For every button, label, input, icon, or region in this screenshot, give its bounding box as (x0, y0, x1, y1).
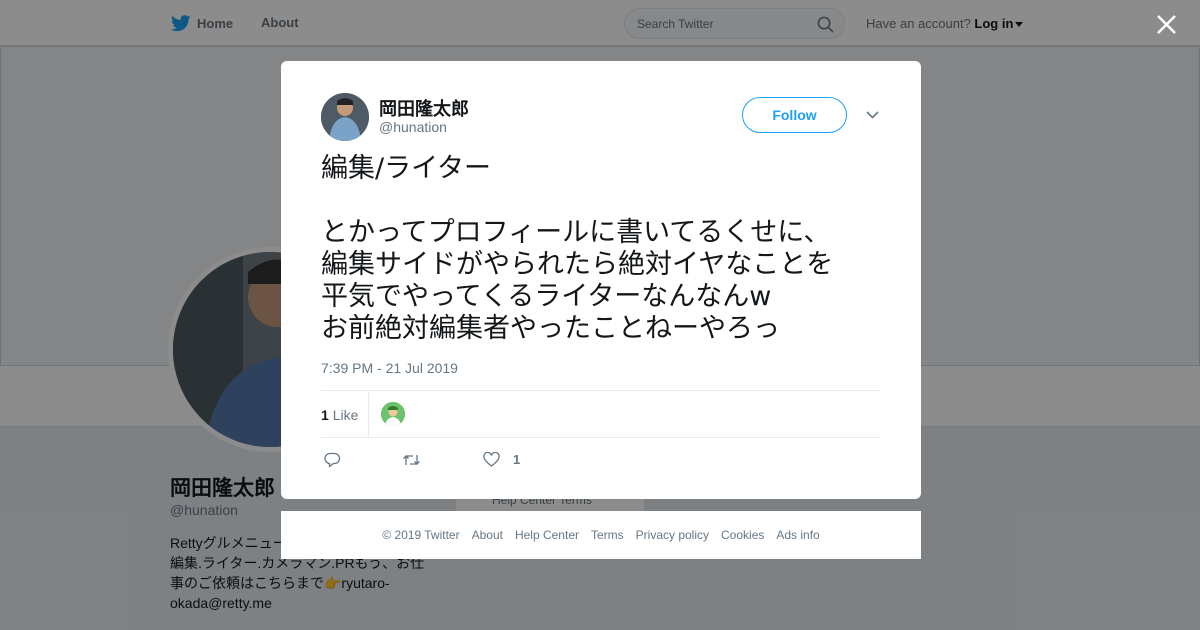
liker-avatar[interactable] (381, 402, 405, 426)
footer-terms-link[interactable]: Terms (591, 528, 624, 542)
retweet-action[interactable] (402, 451, 421, 468)
tweet-modal: 岡田隆太郎 @hunation Follow 編集/ライター とかってプロフィー… (281, 61, 921, 499)
tweet-stats: 1 Like (321, 390, 881, 438)
likes-count[interactable]: 1 Like (321, 407, 358, 423)
footer-about-link[interactable]: About (472, 528, 503, 542)
follow-button[interactable]: Follow (742, 97, 847, 133)
tweet-author-name[interactable]: 岡田隆太郎 (379, 95, 469, 121)
stats-divider (368, 391, 369, 438)
chevron-down-icon[interactable] (866, 110, 879, 120)
reply-action[interactable] (324, 451, 341, 468)
like-action[interactable]: 1 (483, 451, 520, 468)
retweet-icon (403, 454, 420, 465)
tweet-text: 編集/ライター とかってプロフィールに書いてるくせに、 編集サイドがやられたら絶… (321, 153, 834, 344)
reply-icon (324, 452, 341, 468)
likes-label: Like (332, 407, 359, 423)
tweet-timestamp[interactable]: 7:39 PM - 21 Jul 2019 (321, 360, 458, 376)
tweet-author-handle[interactable]: @hunation (379, 119, 447, 135)
tweet-author-avatar[interactable] (321, 93, 369, 141)
like-action-count: 1 (513, 452, 521, 467)
avatar-photo-icon (381, 402, 405, 426)
footer-ads-link[interactable]: Ads info (776, 528, 819, 542)
likes-number: 1 (321, 407, 329, 423)
footer-copyright: © 2019 Twitter (382, 528, 460, 542)
avatar-photo-icon (321, 93, 369, 141)
heart-icon (483, 452, 500, 467)
footer-privacy-link[interactable]: Privacy policy (636, 528, 709, 542)
modal-footer: © 2019 Twitter About Help Center Terms P… (281, 511, 921, 559)
footer-cookies-link[interactable]: Cookies (721, 528, 764, 542)
close-icon[interactable] (1156, 14, 1177, 35)
footer-help-link[interactable]: Help Center (515, 528, 579, 542)
